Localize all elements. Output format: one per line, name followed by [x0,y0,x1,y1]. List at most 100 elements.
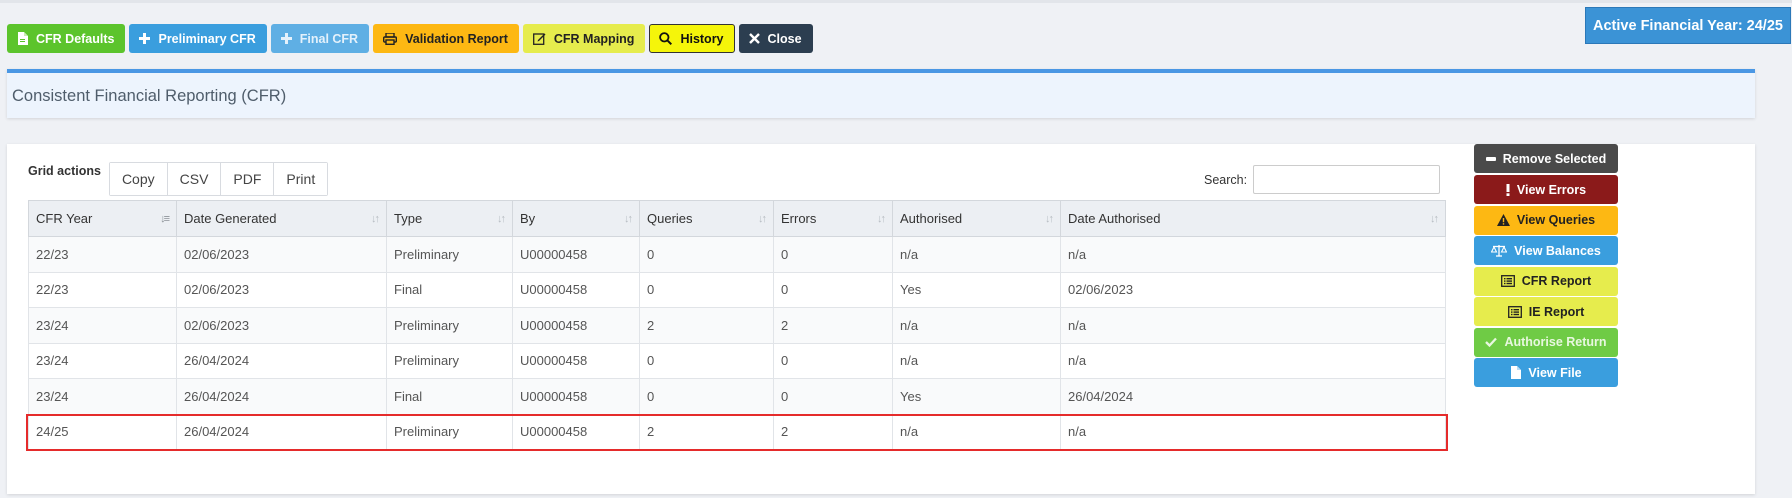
title-panel: Consistent Financial Reporting (CFR) [7,69,1755,118]
cell-by: U00000458 [512,413,640,450]
cell-date-authorised: 26/04/2024 [1060,378,1446,415]
view-errors-button[interactable]: View Errors [1474,175,1618,204]
print-button[interactable]: Print [274,163,328,195]
page-title: Consistent Financial Reporting (CFR) [12,87,287,105]
pdf-button[interactable]: PDF [221,163,275,195]
table-row[interactable]: 23/24 26/04/2024 Final U00000458 0 0 Yes 26/04/… [28,378,1446,415]
column-header-cfr-year[interactable]: CFR Year ↓≡ [28,200,177,237]
remove-selected-label: Remove Selected [1502,151,1607,166]
column-header-type[interactable]: Type ↓↑ [386,200,513,237]
table-row[interactable]: 23/24 26/04/2024 Preliminary U00000458 0 0 n/a… [28,342,1446,379]
column-header-by[interactable]: By ↓↑ [512,200,640,237]
ie-report-button[interactable]: IE Report [1474,297,1618,326]
close-button[interactable]: Close [738,24,813,53]
view-balances-button[interactable]: View Balances [1474,236,1618,265]
cell-errors: 0 [773,378,893,415]
validation-report-label: Validation Report [405,31,508,46]
cell-errors: 0 [773,271,893,308]
cell-cfr-year: 22/23 [28,236,177,273]
csv-button[interactable]: CSV [167,163,222,195]
authorise-return-label: Authorise Return [1504,335,1607,349]
cell-date-authorised: 02/06/2023 [1060,271,1446,308]
final-cfr-button[interactable]: Final CFR [270,24,370,53]
cell-date-generated: 02/06/2023 [176,271,387,308]
cell-authorised: Yes [892,271,1061,308]
cell-errors: 2 [773,307,893,344]
grid-actions-label: Grid actions [28,163,101,178]
cell-cfr-year: 23/24 [28,307,177,344]
file-icon [17,32,28,45]
authorise-return-button[interactable]: Authorise Return [1474,327,1618,357]
cell-authorised: n/a [892,342,1061,379]
cell-cfr-year: 23/24 [28,378,177,415]
cell-date-generated: 02/06/2023 [176,307,387,344]
cell-date-authorised: n/a [1060,307,1446,344]
table-row[interactable]: 24/25 26/04/2024 Preliminary U00000458 2 2 n/a… [28,413,1446,450]
cfr-mapping-label: CFR Mapping [553,31,635,46]
table-body: 22/23 02/06/2023 Preliminary U00000458 0 0 n/a… [28,236,1446,450]
cfr-report-button[interactable]: CFR Report [1474,266,1618,296]
view-balances-label: View Balances [1514,243,1601,258]
cell-date-generated: 02/06/2023 [176,236,387,273]
column-header-queries[interactable]: Queries ↓↑ [639,200,774,237]
cell-date-generated: 26/04/2024 [176,342,387,379]
warning-icon [1496,214,1510,226]
cell-date-authorised: n/a [1060,236,1446,273]
history-label: History [680,31,724,46]
top-border [0,0,1792,3]
column-header-date-authorised[interactable]: Date Authorised ↓↑ [1060,200,1446,237]
cfr-report-label: CFR Report [1521,274,1592,288]
table-header-row: CFR Year ↓≡ Date Generated ↓↑ Type ↓↑ By ↓↑ … [28,200,1446,237]
search-icon [659,32,673,45]
final-cfr-label: Final CFR [299,31,359,46]
cell-cfr-year: 22/23 [28,271,177,308]
cfr-defaults-button[interactable]: CFR Defaults [7,24,126,53]
close-label: Close [767,31,802,46]
table-row[interactable]: 22/23 02/06/2023 Preliminary U00000458 0 0 n/a… [28,236,1446,273]
column-header-authorised[interactable]: Authorised ↓↑ [892,200,1061,237]
cell-by: U00000458 [512,236,640,273]
cell-type: Preliminary [386,413,513,450]
cell-type: Preliminary [386,307,513,344]
sort-icon: ↓↑ [877,212,886,225]
sort-ascending-icon: ↓≡ [160,212,170,225]
validation-report-button[interactable]: Validation Report [373,24,519,53]
cell-authorised: n/a [892,413,1061,450]
search-label: Search: [1204,172,1248,187]
list-icon [1500,275,1515,287]
cfr-mapping-button[interactable]: CFR Mapping [522,24,646,53]
cell-queries: 0 [639,342,774,379]
cell-authorised: n/a [892,236,1061,273]
view-file-button[interactable]: View File [1474,358,1618,387]
table-row[interactable]: 22/23 02/06/2023 Final U00000458 0 0 Yes 02/06/… [28,271,1446,308]
view-queries-button[interactable]: View Queries [1474,205,1618,235]
sort-icon: ↓↑ [497,212,506,225]
minus-icon [1485,156,1496,161]
column-header-date-generated[interactable]: Date Generated ↓↑ [176,200,387,237]
balance-scale-icon [1491,244,1508,257]
cfr-defaults-label: CFR Defaults [36,31,115,46]
cell-date-generated: 26/04/2024 [176,378,387,415]
active-financial-year-badge: Active Financial Year: 24/25 [1585,7,1791,44]
main-toolbar: CFR Defaults Preliminary CFR Final CFR V… [7,24,813,53]
cell-cfr-year: 24/25 [28,413,177,450]
cell-type: Preliminary [386,342,513,379]
remove-selected-button[interactable]: Remove Selected [1474,144,1618,173]
table-row[interactable]: 23/24 02/06/2023 Preliminary U00000458 2 2 n/a… [28,307,1446,344]
cell-errors: 2 [773,413,893,450]
history-button[interactable]: History [649,24,735,53]
cell-date-authorised: n/a [1060,413,1446,450]
grid-export-buttons: Copy CSV PDF Print [108,162,329,196]
exclamation-icon [1506,183,1510,196]
preliminary-cfr-button[interactable]: Preliminary CFR [129,24,267,53]
cell-queries: 2 [639,307,774,344]
sort-icon: ↓↑ [624,212,633,225]
copy-button[interactable]: Copy [109,163,168,195]
view-file-label: View File [1528,365,1582,380]
cell-errors: 0 [773,236,893,273]
cell-authorised: Yes [892,378,1061,415]
column-header-errors[interactable]: Errors ↓↑ [773,200,893,237]
cell-queries: 2 [639,413,774,450]
search-input[interactable] [1253,165,1441,194]
cell-by: U00000458 [512,378,640,415]
